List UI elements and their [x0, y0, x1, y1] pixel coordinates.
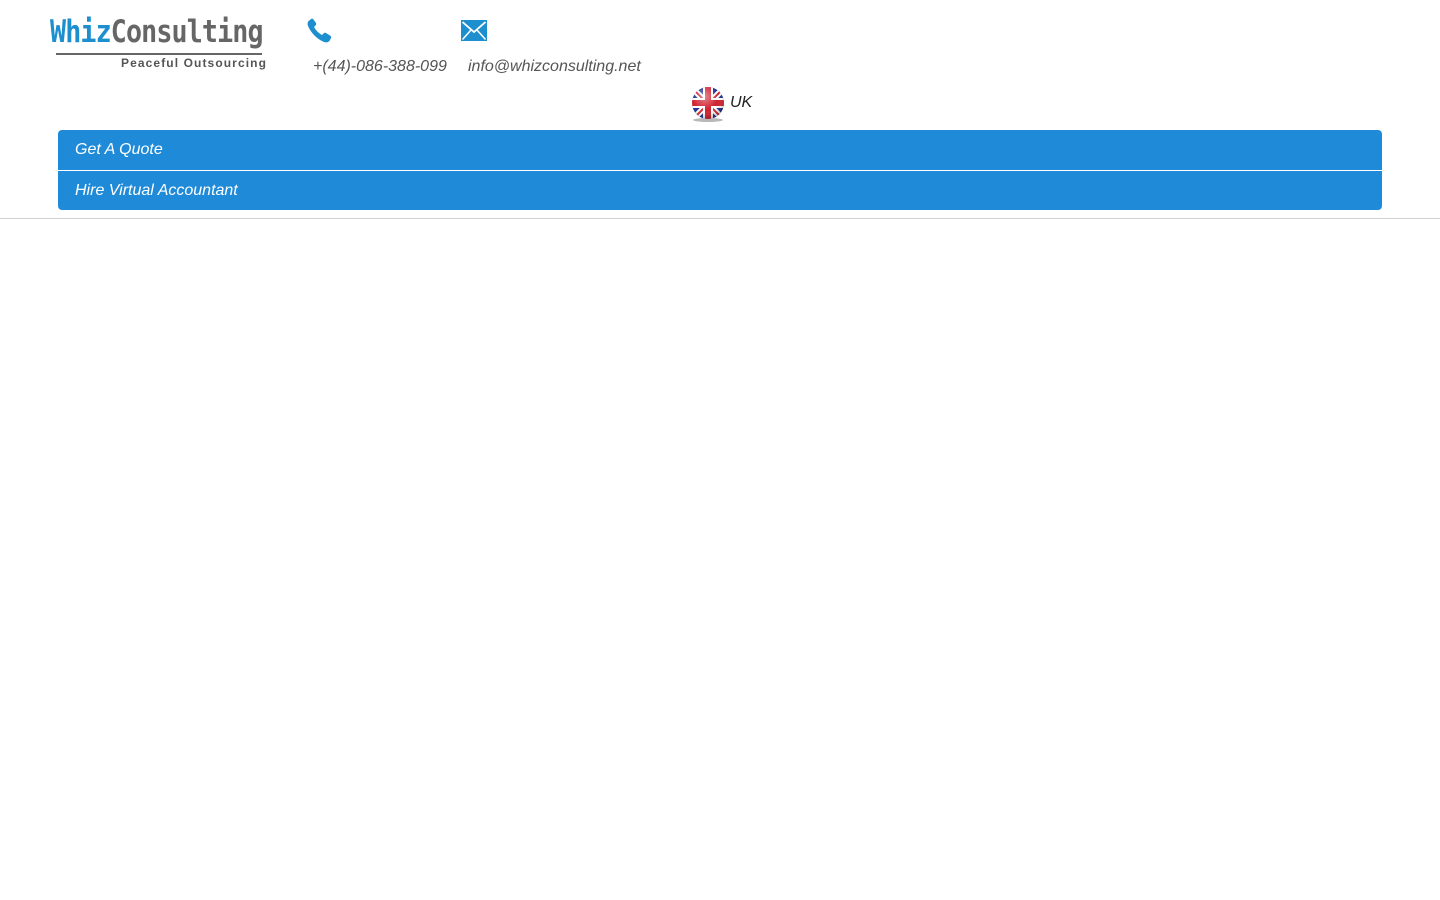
- get-a-quote-button[interactable]: Get A Quote: [58, 130, 1382, 170]
- logo-wordmark: WhizConsulting: [50, 14, 264, 50]
- logo-underline: [56, 53, 262, 55]
- phone-icon: [307, 18, 332, 43]
- uk-flag-icon: [692, 87, 724, 122]
- envelope-icon: [461, 20, 487, 41]
- logo-tagline: Peaceful Outsourcing: [121, 56, 268, 70]
- logo-consulting: Consulting: [110, 14, 264, 50]
- country-selector[interactable]: UK: [690, 86, 752, 122]
- site-logo[interactable]: WhizConsulting Peaceful Outsourcing: [50, 14, 266, 72]
- email-address[interactable]: info@whizconsulting.net: [468, 58, 641, 76]
- logo-whiz: Whiz: [50, 14, 112, 50]
- phone-number[interactable]: +(44)-086-388-099: [313, 58, 447, 76]
- site-header: WhizConsulting Peaceful Outsourcing +(44…: [0, 0, 1440, 219]
- country-label[interactable]: UK: [730, 94, 752, 112]
- contact-phone[interactable]: +(44)-086-388-099: [306, 18, 447, 76]
- hire-virtual-accountant-button[interactable]: Hire Virtual Accountant: [58, 170, 1382, 210]
- contact-email[interactable]: info@whizconsulting.net: [460, 18, 641, 76]
